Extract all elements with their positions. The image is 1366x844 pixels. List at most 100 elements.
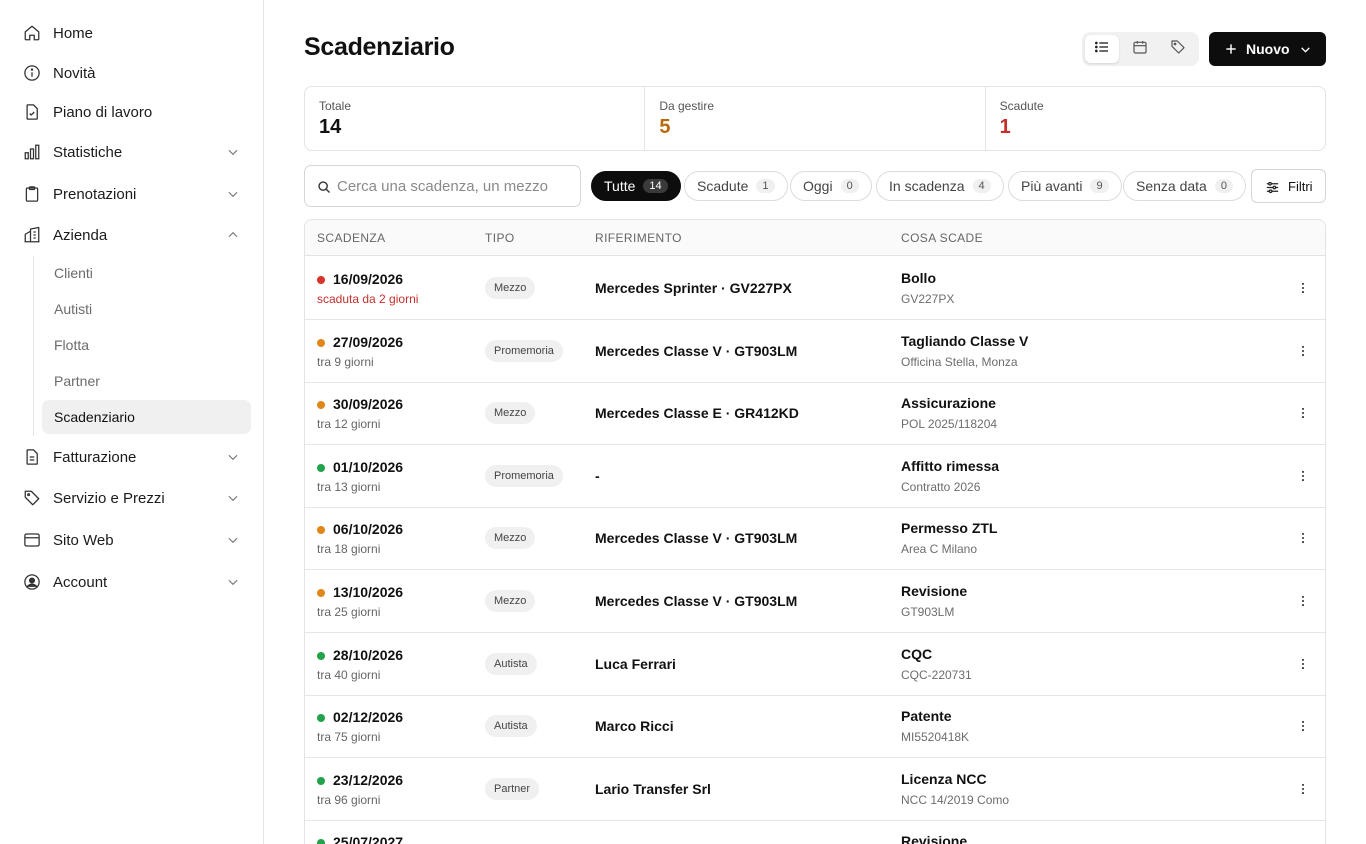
filter-chip-in-scadenza[interactable]: In scadenza 4: [876, 171, 1004, 201]
table-row[interactable]: 13/10/2026 tra 25 giorni Mezzo Mercedes Cla…: [305, 570, 1325, 633]
row-date: 28/10/2026: [333, 646, 404, 663]
chevron-down-icon: [226, 145, 240, 159]
sidebar-item-home[interactable]: Home: [16, 16, 250, 50]
table-row[interactable]: 06/10/2026 tra 18 giorni Mezzo Mercedes Cla…: [305, 507, 1325, 571]
more-options-icon[interactable]: [1295, 656, 1311, 672]
sidebar-subitem-flotta[interactable]: Flotta: [42, 328, 251, 362]
chip-label: Più avanti: [1021, 178, 1083, 194]
more-options-icon[interactable]: [1295, 405, 1311, 421]
sidebar-item-novita[interactable]: Novità: [16, 56, 250, 90]
column-header-scadenza[interactable]: SCADENZA: [317, 231, 386, 245]
filter-chip-tutte[interactable]: Tutte 14: [591, 171, 681, 201]
sidebar-subitem-partner[interactable]: Partner: [42, 364, 251, 398]
more-options-icon[interactable]: [1295, 781, 1311, 797]
column-header-cosa-scade[interactable]: COSA SCADE: [901, 231, 983, 245]
bar-chart-icon: [23, 143, 41, 161]
chevron-down-icon: [226, 575, 240, 589]
new-button[interactable]: Nuovo: [1209, 32, 1326, 66]
sidebar-item-account[interactable]: Account: [16, 565, 250, 599]
more-options-icon[interactable]: [1295, 280, 1311, 296]
sidebar-subitem-clienti[interactable]: Clienti: [42, 256, 251, 290]
filter-chip-scadute[interactable]: Scadute 1: [684, 171, 788, 201]
calendar-view-button[interactable]: [1123, 35, 1157, 63]
column-header-tipo[interactable]: TIPO: [485, 231, 515, 245]
calendar-icon: [1132, 39, 1148, 60]
row-date: 06/10/2026: [333, 521, 404, 538]
row-item: Assicurazione: [901, 395, 996, 412]
sidebar-subitem-scadenziario[interactable]: Scadenziario: [42, 400, 251, 434]
clipboard-icon: [23, 185, 41, 203]
row-date: 25/07/2027: [333, 834, 404, 844]
tag-icon: [1170, 39, 1186, 60]
list-view-button[interactable]: [1085, 35, 1119, 63]
more-options-icon[interactable]: [1295, 343, 1311, 359]
row-item-detail: GV227PX: [901, 292, 955, 306]
table-row[interactable]: 01/10/2026 tra 13 giorni Promemoria - Affitt…: [305, 445, 1325, 508]
table-row[interactable]: 23/12/2026 tra 96 giorni Partner Lario Tran…: [305, 758, 1325, 821]
page-title: Scadenziario: [304, 33, 455, 61]
row-item: Permesso ZTL: [901, 520, 998, 537]
stat-value: 5: [659, 116, 671, 138]
table-row[interactable]: 02/12/2026 tra 75 giorni Autista Marco Ricc…: [305, 695, 1325, 759]
chip-label: Oggi: [803, 178, 833, 194]
table-row[interactable]: 16/09/2026 scaduta da 2 giorni Mezzo Merced…: [305, 257, 1325, 320]
row-item: Tagliando Classe V: [901, 332, 1029, 349]
type-badge: Partner: [485, 777, 540, 800]
row-reference: Mercedes Classe V · GT903LM: [595, 593, 798, 609]
row-date: 01/10/2026: [333, 458, 404, 475]
row-date: 16/09/2026: [333, 271, 404, 287]
row-relative-time: tra 18 giorni: [317, 542, 381, 557]
more-options-icon[interactable]: [1295, 593, 1311, 609]
stat-label: Totale: [319, 99, 352, 113]
filter-chip-piu-avanti[interactable]: Più avanti 9: [1008, 171, 1122, 201]
sidebar-item-label: Novità: [53, 64, 96, 82]
status-dot: [317, 338, 325, 347]
search-input[interactable]: [337, 175, 573, 197]
sidebar-item-prenotazioni[interactable]: Prenotazioni: [16, 177, 250, 211]
sidebar-item-label: Azienda: [53, 226, 108, 244]
status-dot: [317, 651, 325, 660]
chevron-up-icon: [226, 228, 240, 242]
table-row[interactable]: 25/07/2027 Revisione: [305, 820, 1325, 844]
row-date: 30/09/2026: [333, 396, 404, 413]
plus-icon: [1224, 42, 1238, 61]
filters-button[interactable]: Filtri: [1251, 169, 1326, 203]
tag-view-button[interactable]: [1161, 35, 1195, 63]
sidebar-item-sito-web[interactable]: Sito Web: [16, 523, 250, 557]
more-options-icon[interactable]: [1295, 718, 1311, 734]
chevron-down-icon: [226, 187, 240, 201]
chip-count: 1: [756, 179, 775, 193]
sidebar-item-fatturazione[interactable]: Fatturazione: [16, 440, 250, 474]
table-row[interactable]: 27/09/2026 tra 9 giorni Promemoria Mercedes…: [305, 320, 1325, 383]
more-options-icon[interactable]: [1295, 468, 1311, 484]
chevron-down-icon: [1299, 43, 1312, 61]
table-row[interactable]: 30/09/2026 tra 12 giorni Mezzo Mercedes Cla…: [305, 382, 1325, 446]
sidebar-item-servizio-e-prezzi[interactable]: Servizio e Prezzi: [16, 481, 250, 515]
chip-count: 14: [643, 179, 668, 193]
row-reference: Luca Ferrari: [595, 655, 676, 672]
column-header-riferimento[interactable]: RIFERIMENTO: [595, 231, 682, 245]
filters-button-label: Filtri: [1288, 178, 1313, 194]
list-icon: [1094, 39, 1110, 60]
table-row[interactable]: 28/10/2026 tra 40 giorni Autista Luca Ferra…: [305, 633, 1325, 696]
sidebar-item-azienda[interactable]: Azienda: [16, 218, 250, 252]
type-badge: Autista: [485, 715, 537, 738]
row-item: CQC: [901, 645, 933, 662]
filter-chip-oggi[interactable]: Oggi 0: [790, 171, 872, 201]
search-icon: [317, 180, 331, 199]
sidebar-subitem-autisti[interactable]: Autisti: [42, 292, 251, 326]
sidebar-item-piano-di-lavoro[interactable]: Piano di lavoro: [16, 95, 250, 129]
sidebar-item-label: Piano di lavoro: [53, 103, 153, 121]
stat-label: Scadute: [999, 99, 1044, 113]
stat-value: 14: [319, 116, 342, 138]
sidebar-item-label: Fatturazione: [53, 448, 137, 466]
filter-chip-senza-data[interactable]: Senza data 0: [1123, 171, 1246, 201]
stat-totale: Totale 14: [305, 87, 646, 150]
row-relative-time: tra 13 giorni: [317, 479, 381, 494]
browser-icon: [23, 531, 41, 549]
chip-label: Senza data: [1136, 178, 1207, 194]
home-icon: [23, 24, 41, 42]
sidebar-item-statistiche[interactable]: Statistiche: [16, 135, 250, 169]
more-options-icon[interactable]: [1295, 530, 1311, 546]
invoice-icon: [23, 448, 41, 466]
